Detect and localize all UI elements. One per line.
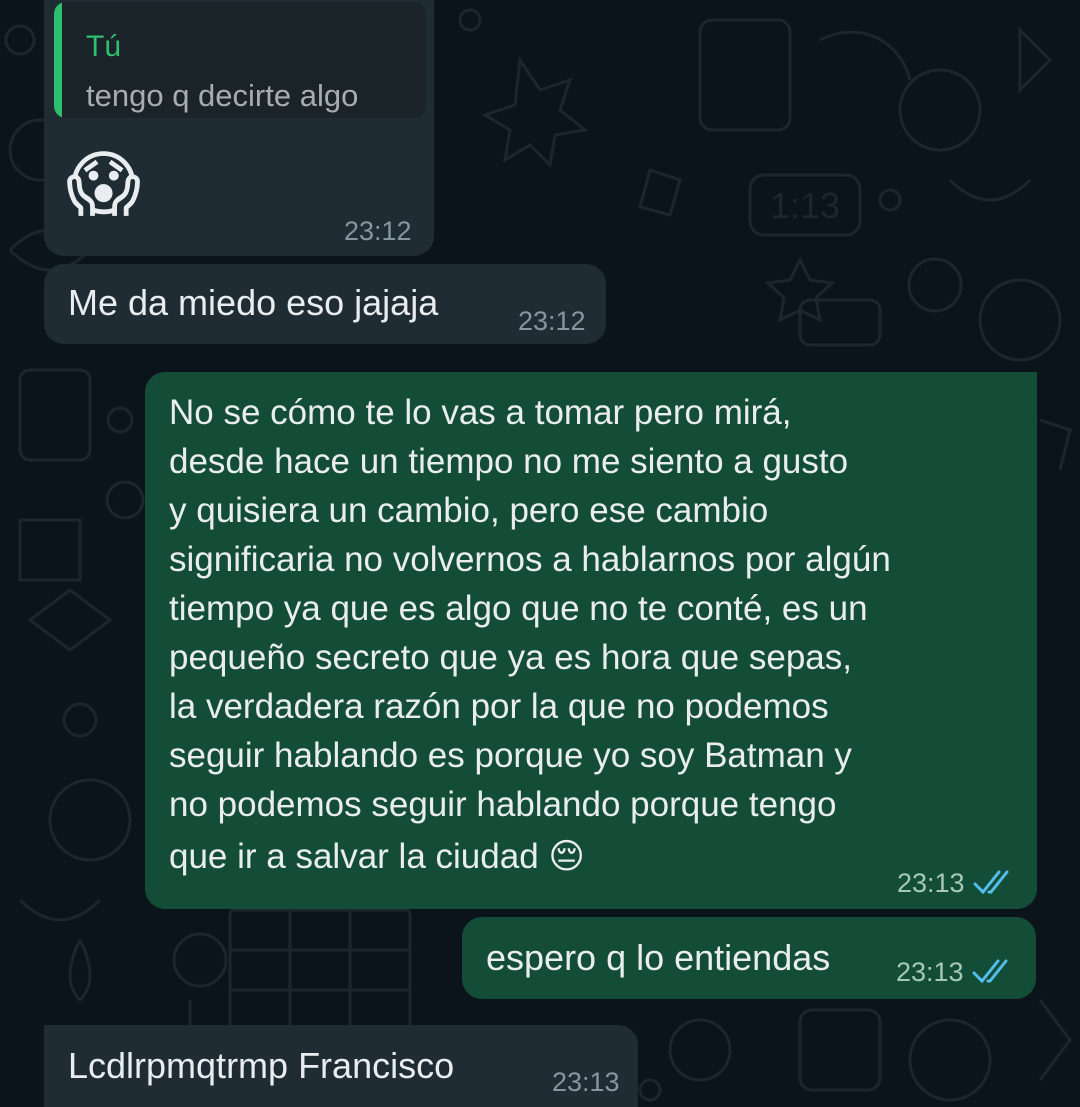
- message-line: la verdadera razón por la que no podemos: [169, 687, 829, 726]
- message-line: no podemos seguir hablando porque tengo: [169, 785, 837, 824]
- message-line: desde hace un tiempo no me siento a gust…: [169, 442, 849, 481]
- message-line: seguir hablando es porque yo soy Batman …: [169, 736, 852, 775]
- message-line: significaria no volvernos a hablarnos po…: [169, 540, 891, 579]
- quote-accent-bar: [54, 2, 62, 118]
- double-check-read-icon: [973, 870, 1009, 895]
- message-time: 23:13: [896, 957, 964, 987]
- message-line: tiempo ya que es algo que no te conté, e…: [169, 589, 868, 628]
- message-time: 23:13: [552, 1067, 620, 1097]
- svg-text:1:13: 1:13: [770, 185, 840, 226]
- incoming-message[interactable]: Tú tengo q decirte algo 😱 23:12: [44, 0, 434, 256]
- message-text: Lcdlrpmqtrmp Francisco: [68, 1045, 455, 1086]
- quoted-author: Tú: [86, 30, 122, 63]
- message-text: espero q lo entiendas: [486, 937, 831, 978]
- message-time: 23:12: [344, 216, 412, 246]
- incoming-message[interactable]: Me da miedo eso jajaja 23:12: [44, 264, 606, 344]
- message-time: 23:13: [897, 868, 965, 898]
- message-line: pequeño secreto que ya es hora que sepas…: [169, 638, 852, 677]
- message-line: y quisiera un cambio, pero ese cambio: [169, 491, 769, 530]
- double-check-read-icon: [972, 959, 1008, 984]
- chat-view[interactable]: 1:13 Tú tengo q decirte algo 😱 23:12 Me …: [0, 0, 1080, 1107]
- message-line: No se cómo te lo vas a tomar pero mirá,: [169, 393, 792, 432]
- incoming-message[interactable]: Lcdlrpmqtrmp Francisco 23:13: [44, 1025, 638, 1107]
- message-time: 23:12: [518, 306, 586, 336]
- message-line: que ir a salvar la ciudad 😔: [169, 837, 585, 876]
- quoted-message[interactable]: Tú tengo q decirte algo: [54, 2, 426, 118]
- message-emoji: 😱: [66, 145, 142, 225]
- outgoing-message[interactable]: No se cómo te lo vas a tomar pero mirá, …: [145, 372, 1037, 909]
- message-text: Me da miedo eso jajaja: [68, 282, 439, 323]
- quoted-text: tengo q decirte algo: [86, 78, 359, 113]
- message-text: No se cómo te lo vas a tomar pero mirá, …: [169, 388, 891, 885]
- outgoing-message[interactable]: espero q lo entiendas 23:13: [462, 917, 1036, 999]
